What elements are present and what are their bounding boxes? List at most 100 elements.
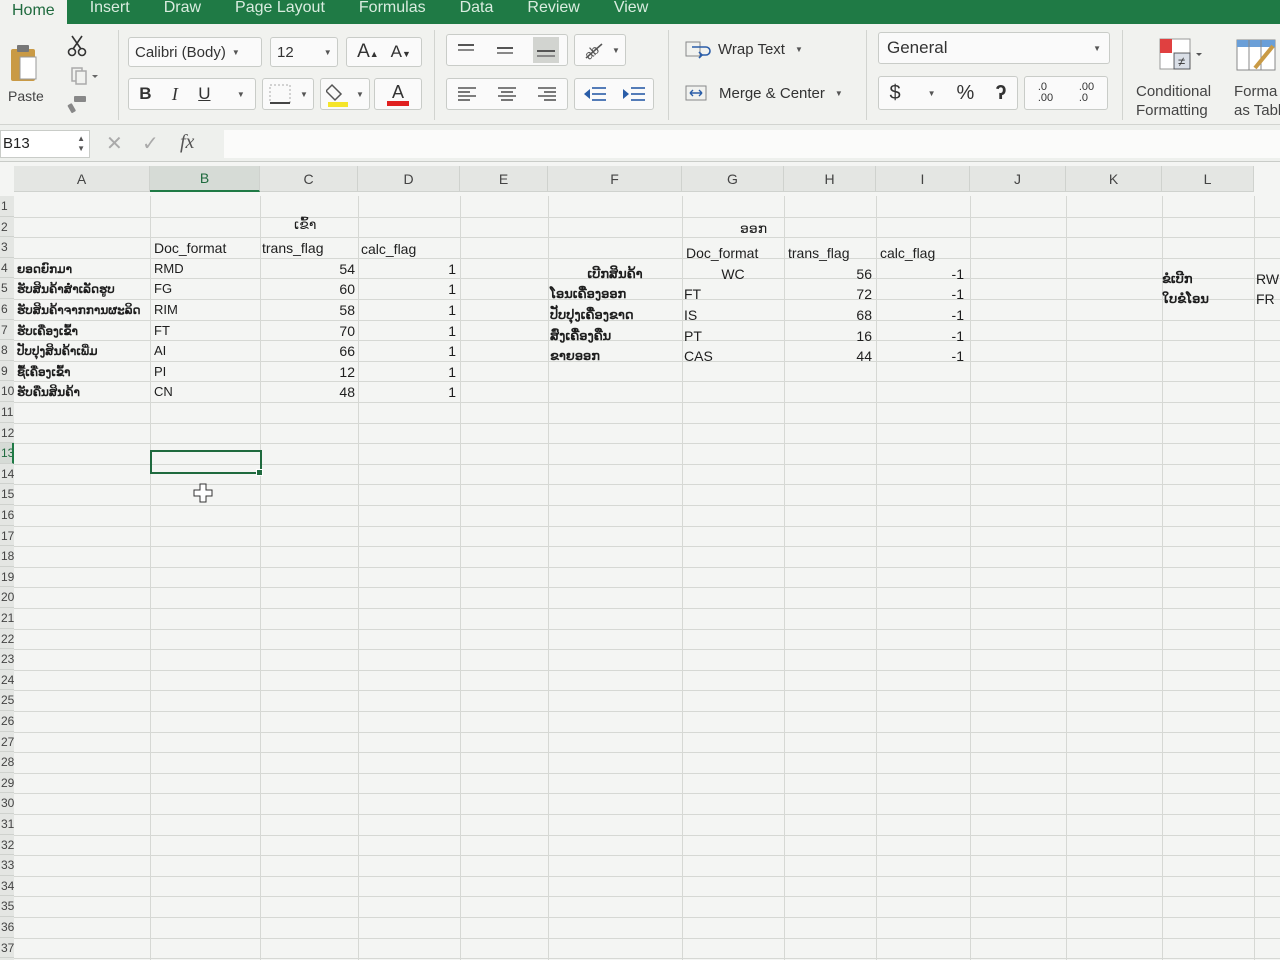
row-header-30[interactable]: 30	[0, 793, 14, 814]
row-header-26[interactable]: 26	[0, 711, 14, 732]
row-header-16[interactable]: 16	[0, 505, 14, 526]
bold-button[interactable]: B	[139, 84, 151, 104]
decrease-decimal-button[interactable]: .00 .0	[1079, 82, 1094, 104]
row-header-23[interactable]: 23	[0, 649, 14, 670]
row-header-25[interactable]: 25	[0, 690, 14, 711]
active-cell-b13[interactable]	[150, 450, 262, 474]
row-header-9[interactable]: 9	[0, 360, 14, 382]
increase-indent-icon[interactable]	[621, 84, 647, 104]
column-header-d[interactable]: D	[358, 166, 460, 192]
borders-button[interactable]: ▼	[262, 78, 314, 110]
tab-review[interactable]: Review	[510, 0, 596, 24]
row-header-36[interactable]: 36	[0, 917, 14, 938]
formula-input[interactable]	[224, 130, 1280, 158]
tab-view[interactable]: View	[597, 0, 665, 24]
worksheet-grid[interactable]: ABCDEFGHIJKL 1 2 3 4 5 6 7 8 9 10 11 12 13 14 15 16 17 18…	[0, 162, 1280, 960]
font-color-button[interactable]: A	[374, 78, 422, 110]
row-header-13[interactable]: 13	[0, 443, 14, 464]
cancel-icon[interactable]: ✕	[106, 131, 123, 156]
column-header-f[interactable]: F	[548, 166, 682, 192]
align-top-icon[interactable]	[455, 41, 477, 59]
italic-button[interactable]: I	[172, 84, 178, 105]
align-center-icon[interactable]	[496, 84, 518, 104]
currency-button[interactable]: $	[890, 82, 901, 105]
align-left-icon[interactable]	[456, 84, 478, 104]
row-header-32[interactable]: 32	[0, 834, 14, 856]
column-header-h[interactable]: H	[784, 166, 876, 192]
tab-draw[interactable]: Draw	[147, 0, 218, 24]
orientation-button[interactable]: ab ▼	[574, 34, 626, 66]
shrink-font-button[interactable]: A▼	[391, 41, 411, 63]
row-header-33[interactable]: 33	[0, 855, 14, 876]
row-header-27[interactable]: 27	[0, 731, 14, 753]
row-header-6[interactable]: 6	[0, 299, 14, 320]
tab-page-layout[interactable]: Page Layout	[218, 0, 342, 24]
align-bottom-icon[interactable]	[532, 37, 559, 63]
format-as-table-button[interactable]	[1230, 32, 1280, 76]
copy-icon[interactable]	[64, 64, 104, 88]
confirm-icon[interactable]: ✓	[142, 131, 159, 156]
row-header-24[interactable]: 24	[0, 669, 14, 691]
row-header-22[interactable]: 22	[0, 628, 14, 650]
column-header-k[interactable]: K	[1066, 166, 1162, 192]
grow-font-button[interactable]: A▲	[357, 41, 379, 63]
row-header-31[interactable]: 31	[0, 814, 14, 835]
wrap-text-button[interactable]: Wrap Text ▼	[684, 36, 803, 62]
tab-insert[interactable]: Insert	[73, 0, 147, 24]
row-header-29[interactable]: 29	[0, 772, 14, 794]
row-header-1[interactable]: 1	[0, 196, 14, 217]
row-header-15[interactable]: 15	[0, 484, 14, 505]
column-header-j[interactable]: J	[970, 166, 1066, 192]
row-header-7[interactable]: 7	[0, 319, 14, 341]
row-header-14[interactable]: 14	[0, 463, 14, 485]
font-size-select[interactable]: 12 ▼	[270, 37, 338, 67]
row-header-28[interactable]: 28	[0, 752, 14, 773]
underline-button[interactable]: U	[198, 84, 210, 104]
column-header-e[interactable]: E	[460, 166, 548, 192]
column-header-g[interactable]: G	[682, 166, 784, 192]
row-header-8[interactable]: 8	[0, 340, 14, 361]
fill-color-button[interactable]: ▼	[320, 78, 370, 110]
paste-button[interactable]	[4, 40, 44, 90]
name-box-stepper[interactable]: ▲ ▼	[77, 134, 85, 154]
comma-style-button[interactable]: ʔ	[995, 82, 1006, 105]
row-header-19[interactable]: 19	[0, 566, 14, 588]
tab-formulas[interactable]: Formulas	[342, 0, 443, 24]
row-header-11[interactable]: 11	[0, 402, 14, 423]
row-header-3[interactable]: 3	[0, 237, 14, 258]
number-format-select[interactable]: General ▼	[878, 32, 1110, 64]
merge-center-button[interactable]: Merge & Center ▼	[684, 80, 843, 106]
insert-function-button[interactable]: fx	[180, 131, 194, 154]
column-header-b[interactable]: B	[150, 166, 260, 192]
row-header-37[interactable]: 37	[0, 937, 14, 959]
increase-decimal-button[interactable]: .0 .00	[1038, 82, 1053, 104]
column-header-c[interactable]: C	[260, 166, 358, 192]
conditional-formatting-button[interactable]: ≠	[1144, 32, 1212, 76]
align-middle-icon[interactable]	[494, 41, 516, 59]
decrease-indent-icon[interactable]	[582, 84, 608, 104]
row-header-34[interactable]: 34	[0, 875, 14, 897]
row-header-20[interactable]: 20	[0, 587, 14, 608]
row-header-18[interactable]: 18	[0, 546, 14, 567]
name-box[interactable]: B13 ▲ ▼	[0, 130, 90, 158]
column-header-i[interactable]: I	[876, 166, 970, 192]
row-header-12[interactable]: 12	[0, 422, 14, 444]
font-name-select[interactable]: Calibri (Body) ▼	[128, 37, 262, 67]
tab-home[interactable]: Home	[0, 0, 67, 24]
row-header-4[interactable]: 4	[0, 257, 14, 279]
column-header-a[interactable]: A	[14, 166, 150, 192]
row-header-35[interactable]: 35	[0, 896, 14, 917]
percent-button[interactable]: %	[957, 82, 975, 105]
align-right-icon[interactable]	[536, 84, 558, 104]
row-header-21[interactable]: 21	[0, 608, 14, 629]
format-painter-icon[interactable]	[64, 92, 90, 116]
row-header-17[interactable]: 17	[0, 525, 14, 547]
fill-handle[interactable]	[256, 469, 263, 476]
chevron-down-icon[interactable]: ▼	[928, 89, 936, 98]
row-header-5[interactable]: 5	[0, 278, 14, 299]
tab-data[interactable]: Data	[443, 0, 511, 24]
row-header-2[interactable]: 2	[0, 216, 14, 238]
chevron-down-icon[interactable]: ▼	[237, 90, 245, 99]
row-header-10[interactable]: 10	[0, 381, 14, 402]
column-header-l[interactable]: L	[1162, 166, 1254, 192]
